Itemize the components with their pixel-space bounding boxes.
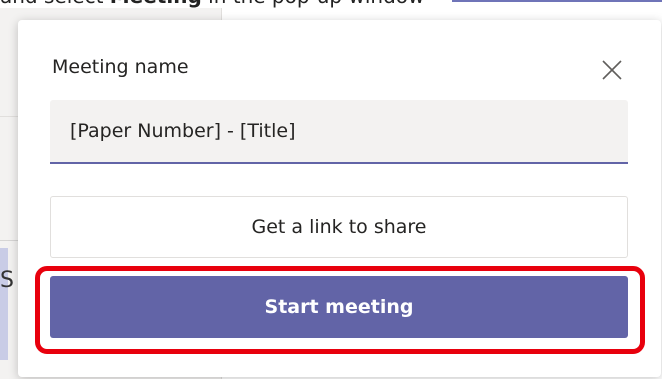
- meet-now-dialog: Meeting name Get a link to share Start m…: [18, 20, 661, 377]
- get-link-button[interactable]: Get a link to share: [50, 196, 628, 258]
- close-button[interactable]: [598, 56, 626, 84]
- meeting-name-field: [50, 100, 628, 164]
- close-icon: [602, 60, 622, 80]
- meeting-name-input[interactable]: [50, 100, 628, 162]
- background-selection-strip: [0, 248, 8, 360]
- start-meeting-button[interactable]: Start meeting: [50, 276, 628, 338]
- dialog-title: Meeting name: [52, 56, 189, 78]
- background-accent-line: [452, 0, 662, 2]
- background-partial-text: S: [0, 268, 14, 293]
